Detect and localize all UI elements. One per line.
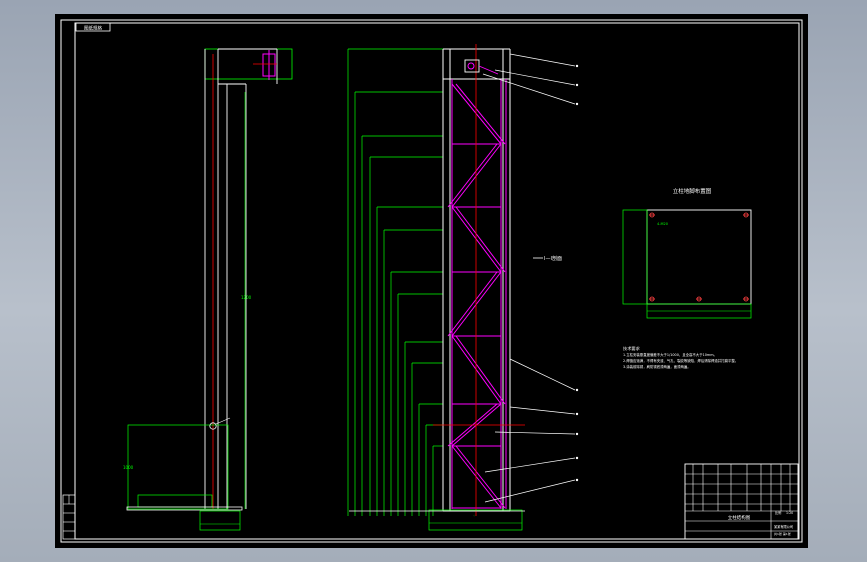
note-line-3: 3.涂装前除锈，刷防锈底漆两遍，面漆两遍。 xyxy=(623,364,691,369)
title-block-sheet: 共1张 第1张 xyxy=(774,531,791,536)
lattice-diagonal-4 xyxy=(451,335,502,405)
lattice-diagonal-3 xyxy=(451,271,502,337)
title-block: 立柱结构图 比例 1:20 某某有限公司 共1张 第1张 xyxy=(684,463,799,540)
part-leader-marker-6 xyxy=(575,456,579,460)
part-leader-marker-1 xyxy=(575,83,579,87)
part-leader-marker-3 xyxy=(575,388,579,392)
lattice-diagonal-0 xyxy=(451,83,502,145)
note-line-2: 2.焊缝应饱满，不得有夹渣、气孔、裂纹等缺陷，焊后清除焊渣并打磨平整。 xyxy=(623,358,738,363)
note-line-1: 1.立柱安装垂直度偏差不大于1/1000，且全高不大于10mm。 xyxy=(623,352,717,357)
lattice-diagonal-inner-3 xyxy=(447,271,498,337)
sheet-inner-frame xyxy=(74,22,800,540)
lattice-diagonal-inner-1 xyxy=(447,143,498,208)
technical-notes: 技术要求 1.立柱安装垂直度偏差不大于1/1000，且全高不大于10mm。 2.… xyxy=(623,345,738,369)
side-elevation-view: 1200 1000 xyxy=(123,48,293,531)
lattice-diagonal-inner-0 xyxy=(455,83,506,145)
part-leader-marker-0 xyxy=(575,64,579,68)
left-elevation-dim-lower: 1000 xyxy=(123,465,134,470)
part-leader-line-5 xyxy=(494,431,576,435)
base-layout-detail: 立柱地脚布置图 4-M20 xyxy=(622,187,752,319)
base-plate-dim: ◦ xyxy=(473,513,475,518)
title-block-scale-value: 1:20 xyxy=(786,511,793,515)
title-block-company: 某某有限公司 xyxy=(774,524,793,529)
part-leader-marker-7 xyxy=(575,478,579,482)
lattice-diagonal-1 xyxy=(451,143,502,208)
corner-tag-label: 图纸规格 xyxy=(84,25,102,32)
section-callout: I—I剖面 xyxy=(544,255,562,262)
detail-bolt-label: 4-M20 xyxy=(657,222,668,226)
cad-drawing-canvas[interactable]: 图纸规格 1200 1000 ◦ I—I剖面 立柱地脚布置图 4-M20 技术要… xyxy=(55,14,808,548)
part-leader-line-1 xyxy=(494,69,576,86)
cad-drawing-svg: 图纸规格 1200 1000 ◦ I—I剖面 立柱地脚布置图 4-M20 技术要… xyxy=(60,19,803,543)
part-leader-line-6 xyxy=(484,457,576,473)
part-leader-line-2 xyxy=(482,73,576,105)
part-leader-marker-2 xyxy=(575,102,579,106)
title-block-drawing-name: 立柱结构图 xyxy=(728,514,751,521)
lattice-diagonal-2 xyxy=(451,206,502,273)
part-leader-line-7 xyxy=(484,479,576,503)
part-leader-line-0 xyxy=(509,53,576,67)
lattice-diagonal-inner-2 xyxy=(455,206,506,273)
margin-stamp-table xyxy=(62,494,76,540)
title-block-scale-label: 比例 xyxy=(775,510,781,515)
part-leader-line-3 xyxy=(509,358,576,391)
front-elevation-view: ◦ I—I剖面 xyxy=(347,44,579,531)
part-leader-marker-4 xyxy=(575,412,579,416)
notes-heading: 技术要求 xyxy=(623,345,641,352)
part-leader-line-4 xyxy=(509,406,576,415)
lattice-diagonal-inner-4 xyxy=(455,335,506,405)
lattice-diagonal-6 xyxy=(451,445,502,509)
detail-title: 立柱地脚布置图 xyxy=(673,187,712,195)
part-leader-marker-5 xyxy=(575,432,579,436)
left-elevation-dim-upper: 1200 xyxy=(241,295,252,300)
